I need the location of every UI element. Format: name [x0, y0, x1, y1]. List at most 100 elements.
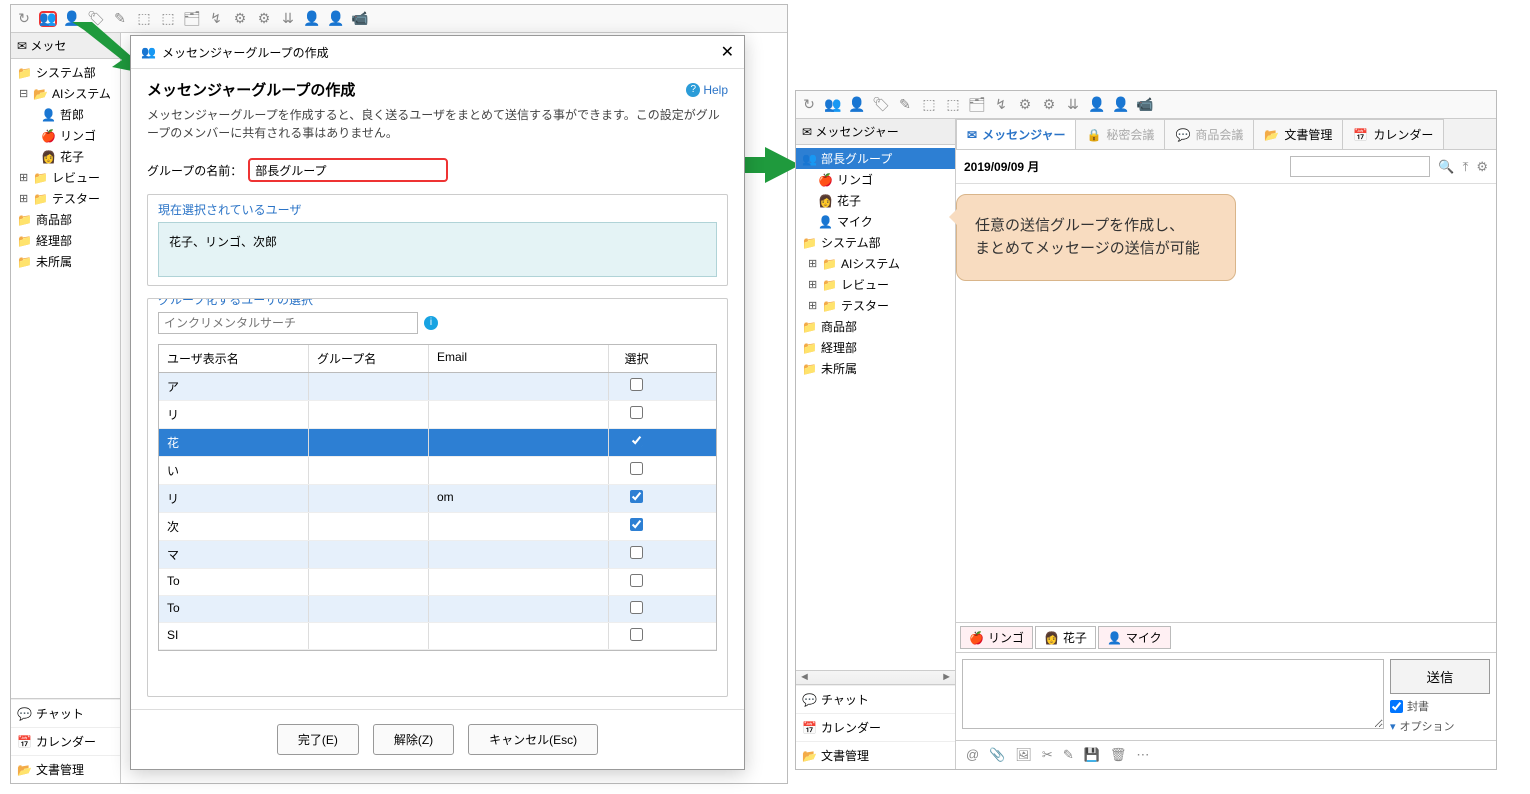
folder-icon[interactable]: 🗂: [968, 97, 986, 113]
table-row[interactable]: マ: [159, 541, 716, 569]
release-button[interactable]: 解除(Z): [373, 724, 454, 755]
presence-icon-2[interactable]: 👤: [1112, 97, 1130, 113]
table-row[interactable]: リom: [159, 485, 716, 513]
col-select[interactable]: 選択: [609, 345, 664, 372]
tree-node-review[interactable]: ⊞📁レビュー: [11, 167, 120, 188]
tree-node-system[interactable]: 📁システム部: [796, 232, 955, 253]
col-email[interactable]: Email: [429, 345, 609, 372]
search-icon[interactable]: 🔍: [1438, 159, 1454, 175]
footer-calendar[interactable]: 📅カレンダー: [11, 727, 120, 755]
video-icon[interactable]: 📹: [1136, 97, 1154, 113]
tree-node-user-2[interactable]: 👩花子: [11, 146, 120, 167]
send-button[interactable]: 送信: [1390, 659, 1490, 694]
clip-icon[interactable]: ✂: [1042, 747, 1053, 763]
tree-node-accounting[interactable]: 📁経理部: [11, 230, 120, 251]
table-row[interactable]: To: [159, 569, 716, 596]
mention-icon[interactable]: @: [966, 747, 979, 763]
download-icon[interactable]: ⇊: [1064, 97, 1082, 113]
table-row[interactable]: リ: [159, 401, 716, 429]
close-icon[interactable]: ✕: [721, 42, 734, 62]
create-group-icon[interactable]: 👥: [39, 11, 57, 27]
swap-icon[interactable]: ↯: [207, 11, 225, 27]
tree-node-ai[interactable]: ⊟📂AIシステム: [11, 83, 120, 104]
footer-docs[interactable]: 📂文書管理: [796, 741, 955, 769]
sealed-checkbox[interactable]: [1390, 700, 1403, 713]
row-select-checkbox[interactable]: [630, 628, 643, 641]
footer-docs[interactable]: 📂文書管理: [11, 755, 120, 783]
h-scrollbar[interactable]: [796, 670, 955, 684]
gear-icon-1[interactable]: ⚙: [1016, 97, 1034, 113]
gear-icon-2[interactable]: ⚙: [255, 11, 273, 27]
folder-icon[interactable]: 🗂: [183, 11, 201, 27]
tree-node-product[interactable]: 📁商品部: [11, 209, 120, 230]
tab-docs[interactable]: 📂文書管理: [1253, 119, 1343, 149]
cancel-button[interactable]: キャンセル(Esc): [468, 724, 598, 755]
tree-node-ai[interactable]: ⊞📁AIシステム: [796, 253, 955, 274]
recipient-chip-1[interactable]: 👩花子: [1035, 626, 1096, 649]
swap-icon[interactable]: ↯: [992, 97, 1010, 113]
col-group[interactable]: グループ名: [309, 345, 429, 372]
video-icon[interactable]: 📹: [351, 11, 369, 27]
table-row[interactable]: い: [159, 457, 716, 485]
trash-icon[interactable]: 🗑: [1110, 747, 1127, 763]
recipient-chip-2[interactable]: 👤マイク: [1098, 626, 1171, 649]
row-select-checkbox[interactable]: [630, 406, 643, 419]
save-icon[interactable]: 💾: [1084, 747, 1100, 763]
row-select-checkbox[interactable]: [630, 601, 643, 614]
incremental-search-input[interactable]: [158, 312, 418, 334]
tree-node-accounting[interactable]: 📁経理部: [796, 337, 955, 358]
attach-icon[interactable]: 📎: [989, 747, 1005, 763]
table-row[interactable]: SI: [159, 623, 716, 650]
tab-messenger[interactable]: ✉メッセンジャー: [956, 119, 1076, 149]
tree-node-product[interactable]: 📁商品部: [796, 316, 955, 337]
image-icon[interactable]: 🖼: [1015, 747, 1032, 763]
gear-icon-2[interactable]: ⚙: [1040, 97, 1058, 113]
edit-icon[interactable]: ✎: [896, 97, 914, 113]
tree-user-1[interactable]: 👩花子: [796, 190, 955, 211]
done-button[interactable]: 完了(E): [277, 724, 359, 755]
row-select-checkbox[interactable]: [630, 574, 643, 587]
presence-icon-1[interactable]: 👤: [1088, 97, 1106, 113]
table-row[interactable]: 花: [159, 429, 716, 457]
grid-body[interactable]: アリ花いリom次マToToSI: [159, 373, 716, 650]
search-input[interactable]: [1290, 156, 1430, 177]
tab-product[interactable]: 💬商品会議: [1164, 119, 1254, 149]
tool-icon-2[interactable]: ⬚: [159, 11, 177, 27]
tree-node-group[interactable]: 👥部長グループ: [796, 148, 955, 169]
tree-node-user-1[interactable]: 🍎リンゴ: [11, 125, 120, 146]
tab-calendar[interactable]: 📅カレンダー: [1342, 119, 1444, 149]
presence-icon-1[interactable]: 👤: [303, 11, 321, 27]
presence-icon-2[interactable]: 👤: [327, 11, 345, 27]
refresh-icon[interactable]: ↻: [800, 97, 818, 113]
row-select-checkbox[interactable]: [630, 434, 643, 447]
row-select-checkbox[interactable]: [630, 462, 643, 475]
tool-icon-1[interactable]: ⬚: [920, 97, 938, 113]
compose-textarea[interactable]: [962, 659, 1384, 729]
options-label[interactable]: オプション: [1400, 718, 1455, 734]
tree-node-tester[interactable]: ⊞📁テスター: [796, 295, 955, 316]
row-select-checkbox[interactable]: [630, 518, 643, 531]
row-select-checkbox[interactable]: [630, 378, 643, 391]
footer-calendar[interactable]: 📅カレンダー: [796, 713, 955, 741]
group-icon[interactable]: 👥: [824, 97, 842, 113]
download-icon[interactable]: ⇊: [279, 11, 297, 27]
recipient-chip-0[interactable]: 🍎リンゴ: [960, 626, 1033, 649]
row-select-checkbox[interactable]: [630, 546, 643, 559]
tab-secret[interactable]: 🔒秘密会議: [1075, 119, 1165, 149]
footer-chat[interactable]: 💬チャット: [11, 699, 120, 727]
tree-node-tester[interactable]: ⊞📁テスター: [11, 188, 120, 209]
help-link[interactable]: ?Help: [686, 83, 728, 97]
tag-icon[interactable]: 🏷: [872, 97, 890, 113]
user-plus-icon[interactable]: 👤: [848, 97, 866, 113]
group-name-input[interactable]: [248, 158, 448, 182]
table-row[interactable]: 次: [159, 513, 716, 541]
tree-node-unassigned[interactable]: 📁未所属: [796, 358, 955, 379]
table-row[interactable]: To: [159, 596, 716, 623]
footer-chat[interactable]: 💬チャット: [796, 685, 955, 713]
tree-node-user-0[interactable]: 👤哲郎: [11, 104, 120, 125]
gear-icon[interactable]: ⚙: [1476, 159, 1488, 175]
more-icon[interactable]: ⋯: [1136, 747, 1149, 763]
table-row[interactable]: ア: [159, 373, 716, 401]
tree-node-review[interactable]: ⊞📁レビュー: [796, 274, 955, 295]
tool-icon-2[interactable]: ⬚: [944, 97, 962, 113]
